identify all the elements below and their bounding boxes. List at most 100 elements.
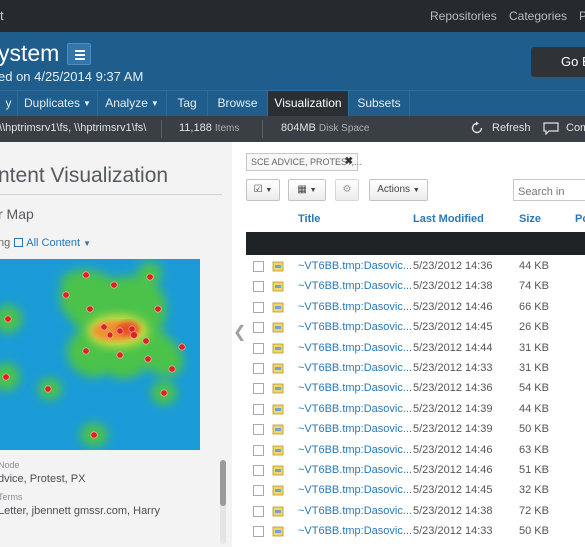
row-checkbox[interactable] [253, 444, 264, 456]
caret-down-icon: ▼ [83, 99, 91, 108]
column-more[interactable]: Po [575, 213, 585, 225]
tab-duplicates[interactable]: Duplicates ▼ [18, 91, 98, 117]
table-row[interactable]: ~VT6BB.tmp:Dasovic... 5/23/2012 14:38 72 K… [246, 501, 585, 521]
close-icon[interactable]: ✖ [345, 156, 353, 167]
row-title-link[interactable]: ~VT6BB.tmp:Dasovic... [298, 342, 412, 354]
header-menu-button[interactable] [67, 43, 91, 65]
column-last-modified[interactable]: Last Modified [413, 213, 484, 225]
file-icon [272, 506, 284, 517]
table-row[interactable]: ~VT6BB.tmp:Dasovic... 5/23/2012 14:39 50 K… [246, 419, 585, 439]
tab-subsets[interactable]: Subsets [349, 91, 410, 117]
row-last-modified: 5/23/2012 14:46 [413, 464, 493, 476]
row-checkbox[interactable] [253, 526, 264, 538]
table-row[interactable]: ~VT6BB.tmp:Dasovic... 5/23/2012 14:33 50 K… [246, 521, 585, 541]
row-title-link[interactable]: ~VT6BB.tmp:Dasovic... [298, 505, 412, 517]
row-title-link[interactable]: ~VT6BB.tmp:Dasovic... [298, 484, 412, 496]
nav-link-repositories[interactable]: Repositories [430, 9, 497, 23]
tab-label: Visualization [274, 96, 342, 110]
visualization-panel: ntent Visualization r Map ng All Content … [0, 142, 232, 547]
table-row[interactable]: ~VT6BB.tmp:Dasovic... 5/23/2012 14:44 31 K… [246, 338, 585, 358]
tab-visualization[interactable]: Visualization [268, 91, 349, 117]
row-title-link[interactable]: ~VT6BB.tmp:Dasovic... [298, 444, 412, 456]
table-row[interactable]: ~VT6BB.tmp:Dasovic... 5/23/2012 14:33 31 K… [246, 358, 585, 378]
row-title-link[interactable]: ~VT6BB.tmp:Dasovic... [298, 403, 412, 415]
caret-down-icon: ▼ [309, 187, 317, 194]
comment-icon[interactable] [543, 122, 559, 135]
comment-button[interactable]: Com [566, 122, 585, 134]
table-row[interactable]: ~VT6BB.tmp:Dasovic... 5/23/2012 14:45 32 K… [246, 480, 585, 500]
row-checkbox[interactable] [253, 261, 264, 272]
row-checkbox[interactable] [253, 281, 264, 293]
caret-down-icon: ▼ [150, 99, 159, 108]
actions-dropdown[interactable]: Actions ▼ [369, 179, 428, 201]
file-icon [272, 526, 284, 537]
repository-info-bar: \\hptrimsrv1\fs, \\hptrimsrv1\fs\ 11,188… [0, 116, 585, 142]
tag-button[interactable]: ⚙ [335, 179, 359, 201]
search-input[interactable] [513, 179, 585, 201]
go-button[interactable]: Go B [531, 47, 585, 77]
item-count-label: Items [214, 123, 240, 134]
column-title[interactable]: Title [298, 213, 320, 225]
item-count: 11,188 Items [179, 122, 239, 134]
row-checkbox[interactable] [253, 322, 264, 334]
row-checkbox[interactable] [253, 363, 264, 374]
row-checkbox[interactable] [253, 383, 264, 395]
row-title-link[interactable]: ~VT6BB.tmp:Dasovic... [298, 464, 412, 476]
grid-icon [14, 238, 24, 247]
heatmap-map[interactable] [0, 259, 200, 450]
table-row[interactable]: ~VT6BB.tmp:Dasovic... 5/23/2012 14:36 54 K… [246, 378, 585, 398]
row-checkbox[interactable] [253, 342, 264, 354]
panel-title: ntent Visualization [0, 164, 169, 187]
row-checkbox[interactable] [253, 485, 264, 497]
nav-link-more[interactable]: P [579, 9, 585, 23]
table-row[interactable]: ~VT6BB.tmp:Dasovic... 5/23/2012 14:36 44 K… [246, 256, 585, 276]
row-title-link[interactable]: ~VT6BB.tmp:Dasovic... [298, 260, 412, 272]
item-count-value: 11,188 [179, 122, 212, 134]
row-title-link[interactable]: ~VT6BB.tmp:Dasovic... [298, 362, 412, 374]
menu-icon-bar [75, 54, 85, 56]
row-checkbox[interactable] [253, 465, 264, 476]
page-title: ystem [0, 40, 60, 66]
row-title-link[interactable]: ~VT6BB.tmp:Dasovic... [298, 382, 412, 394]
row-title-link[interactable]: ~VT6BB.tmp:Dasovic... [298, 301, 412, 313]
tab-summary[interactable]: y [0, 91, 18, 117]
select-toggle-button[interactable]: ☑ ▼ [246, 179, 280, 201]
column-chooser-button[interactable]: ▦ ▼ [288, 179, 326, 201]
row-title-link[interactable]: ~VT6BB.tmp:Dasovic... [298, 280, 412, 292]
tab-browse[interactable]: Browse [208, 91, 268, 117]
refresh-button[interactable]: Refresh [492, 122, 531, 134]
file-icon [272, 322, 284, 333]
file-icon [272, 485, 284, 496]
row-size: 31 KB [519, 341, 549, 354]
table-row[interactable]: ~VT6BB.tmp:Dasovic... 5/23/2012 14:46 63 K… [246, 440, 585, 460]
row-checkbox[interactable] [253, 424, 264, 436]
divider [262, 120, 263, 138]
row-title-link[interactable]: ~VT6BB.tmp:Dasovic... [298, 525, 412, 537]
filter-chip[interactable]: SCE ADVICE, PROTEST,... ✖ [246, 153, 362, 171]
tab-tag[interactable]: Tag [167, 91, 208, 117]
row-title-link[interactable]: ~VT6BB.tmp:Dasovic... [298, 423, 412, 435]
table-row[interactable]: ~VT6BB.tmp:Dasovic... 5/23/2012 14:39 44 K… [246, 399, 585, 419]
tab-label: Analyze [105, 96, 148, 110]
disk-space: 804MB Disk Space [281, 122, 370, 134]
tab-analyze[interactable]: Analyze ▼ [98, 91, 167, 117]
row-checkbox[interactable] [253, 301, 264, 313]
table-row[interactable]: ~VT6BB.tmp:Dasovic... 5/23/2012 14:45 26 K… [246, 317, 585, 337]
column-size[interactable]: Size [519, 213, 541, 225]
table-row[interactable]: ~VT6BB.tmp:Dasovic... 5/23/2012 14:46 51 K… [246, 460, 585, 480]
table-row[interactable]: ~VT6BB.tmp:Dasovic... 5/23/2012 14:46 66 K… [246, 297, 585, 317]
refresh-icon[interactable] [470, 121, 484, 135]
table-group-bar [246, 232, 585, 255]
scrollbar-thumb[interactable] [220, 460, 226, 506]
caret-down-icon: ▼ [265, 187, 273, 194]
row-checkbox[interactable] [253, 403, 264, 415]
nav-link-categories[interactable]: Categories [509, 9, 567, 23]
filter-label: ng [0, 237, 11, 249]
row-size: 26 KB [519, 321, 549, 334]
all-content-dropdown[interactable]: All Content ▼ [26, 237, 91, 249]
file-icon [272, 424, 284, 435]
row-last-modified: 5/23/2012 14:33 [413, 362, 493, 374]
row-title-link[interactable]: ~VT6BB.tmp:Dasovic... [298, 321, 412, 333]
row-checkbox[interactable] [253, 505, 264, 517]
table-row[interactable]: ~VT6BB.tmp:Dasovic... 5/23/2012 14:38 74 K… [246, 276, 585, 296]
